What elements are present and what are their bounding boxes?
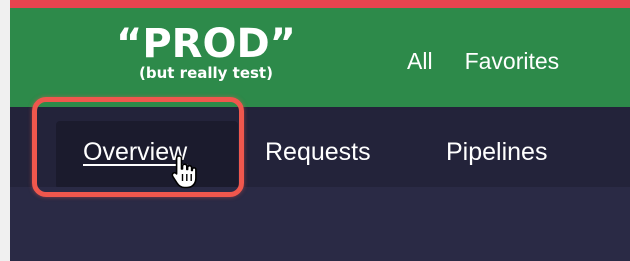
accent-stripe [10,0,630,8]
top-nav-all[interactable]: All [407,46,433,76]
top-nav-favorites[interactable]: Favorites [465,46,560,76]
page-edge [0,0,10,261]
tab-requests[interactable]: Requests [265,137,371,167]
sub-nav: Overview Requests Pipelines [10,107,630,189]
app-window: “PROD” (but really test) All Favorites O… [10,0,630,261]
top-nav: All Favorites [407,46,591,76]
content-area [10,187,630,261]
logo-title: “PROD” [116,21,296,67]
tab-pipelines[interactable]: Pipelines [446,137,547,167]
hand-pointer-icon [171,155,197,189]
environment-logo[interactable]: “PROD” (but really test) [108,22,304,82]
environment-header: “PROD” (but really test) All Favorites [10,8,630,107]
